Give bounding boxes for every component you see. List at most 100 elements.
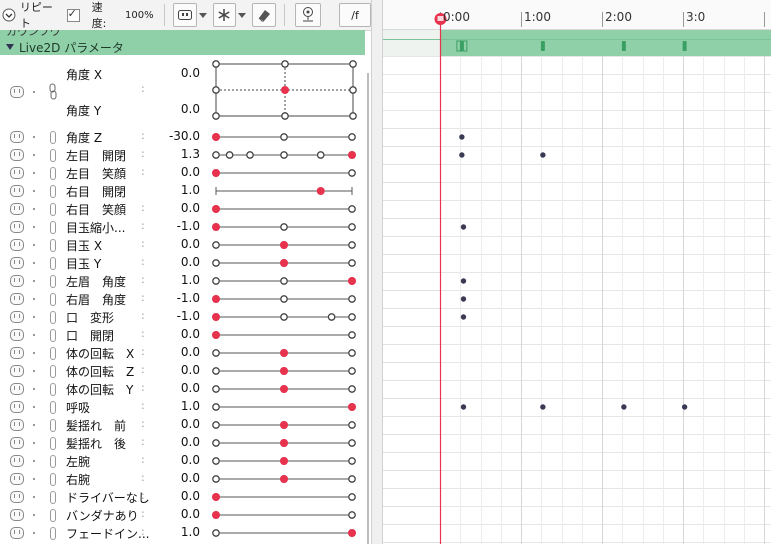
param-value[interactable]: 0.0 [150,327,200,341]
visibility-toggle-icon[interactable] [10,419,24,431]
param-value[interactable]: 1.0 [150,183,200,197]
slider-handle[interactable] [316,187,325,195]
slider-key-point[interactable] [348,457,356,465]
slider-key-point[interactable] [212,241,220,249]
slider-handle[interactable] [348,403,356,411]
param-row[interactable]: 左腕:0.0 [0,452,365,470]
param-slider[interactable] [208,200,360,218]
visibility-toggle-icon[interactable] [10,473,24,485]
param-value-angle-y[interactable]: 0.0 [150,102,200,116]
visibility-toggle-icon[interactable] [10,185,24,197]
link-icon[interactable] [50,509,56,522]
slider-key-point[interactable] [212,385,220,393]
param-slider[interactable] [208,326,360,344]
param-slider[interactable] [208,434,360,452]
param-row[interactable]: 口 開閉:0.0 [0,326,365,344]
param-value[interactable]: -1.0 [150,309,200,323]
slider-handle[interactable] [212,295,220,303]
param-slider[interactable] [208,524,360,542]
repeat-checkbox[interactable] [66,7,80,22]
visibility-toggle-icon[interactable] [10,131,24,143]
slider-key-point[interactable] [280,223,288,231]
param-row[interactable]: 目玉 X:0.0 [0,236,365,254]
visibility-toggle-icon[interactable] [10,203,24,215]
slider-key-point[interactable] [280,133,288,141]
slider-key-point[interactable] [280,151,288,159]
snap-dropdown-icon[interactable] [238,12,247,18]
link-icon[interactable] [50,491,56,504]
slider-key-point[interactable] [348,439,356,447]
link-icon[interactable] [50,329,56,342]
param-value[interactable]: -1.0 [150,219,200,233]
slider-key-point[interactable] [348,385,356,393]
slider-handle[interactable] [280,457,288,465]
slider-handle[interactable] [280,475,288,483]
param-value[interactable]: 1.0 [150,525,200,539]
keyframe-dot[interactable] [460,296,467,302]
slider-handle[interactable] [280,349,288,357]
visibility-toggle-icon[interactable] [10,257,24,269]
param-value[interactable]: 1.0 [150,273,200,287]
visibility-toggle-icon[interactable] [10,86,24,98]
repeat-toggle[interactable]: リピート [2,1,80,30]
slider-key-point[interactable] [327,313,336,321]
param-row[interactable]: 右目 笑顔:0.0 [0,200,365,218]
link-icon[interactable] [50,275,56,288]
visibility-toggle-icon[interactable] [10,401,24,413]
slider-key-point[interactable] [348,205,356,213]
expand-triangle-icon[interactable] [6,44,14,50]
slider-key-point[interactable] [212,403,220,411]
keyframe-dot[interactable] [460,314,467,320]
keyframe-dot[interactable] [460,404,467,410]
visibility-toggle-icon[interactable] [10,527,24,539]
param-row[interactable]: バンダナあり:0.0 [0,506,365,524]
visibility-toggle-icon[interactable] [10,383,24,395]
slider-key-point[interactable] [348,475,356,483]
group-keyframe-marker[interactable] [540,41,545,51]
param-slider[interactable] [208,308,360,326]
slider-handle[interactable] [348,529,356,537]
param-slider[interactable] [208,344,360,362]
visibility-toggle-icon[interactable] [10,509,24,521]
slider-key-point[interactable] [280,277,288,285]
slider-key-point[interactable] [212,421,220,429]
param-slider[interactable] [208,128,360,146]
param-row[interactable]: 呼吸:1.0 [0,398,365,416]
keyframe-dot[interactable] [540,152,546,158]
xy-current-position[interactable] [281,86,289,94]
snap-button[interactable] [212,3,237,27]
slider-key-point[interactable] [212,277,220,285]
param-slider[interactable] [208,272,360,290]
param-value[interactable]: 0.0 [150,471,200,485]
param-row[interactable]: 口 変形: -1.0 [0,308,365,326]
slider-key-point[interactable] [348,493,356,501]
param-row-angle-xy[interactable]: 角度 X 0.0 : 角度 Y 0.0 [0,58,365,126]
param-row[interactable]: 髪揺れ 後:0.0 [0,434,365,452]
slider-key-point[interactable] [348,349,356,357]
slider-handle[interactable] [212,169,220,177]
slider-key-point[interactable] [280,313,288,321]
slider-key-point[interactable] [316,151,325,159]
link-icon[interactable] [50,419,56,432]
param-value[interactable]: 0.0 [150,417,200,431]
timeline-grid[interactable] [383,0,771,544]
param-slider[interactable] [208,380,360,398]
slider-key-point[interactable] [225,151,234,159]
param-value-angle-x[interactable]: 0.0 [150,66,200,80]
param-row[interactable]: 体の回転 Z:0.0 [0,362,365,380]
link-chain-icon[interactable] [49,83,57,101]
keyframe-dot[interactable] [460,224,467,230]
param-row[interactable]: フェードイン...:1.0 [0,524,365,542]
param-row[interactable]: 左目 開閉:1.3 [0,146,365,164]
keyframe-dot[interactable] [621,404,627,410]
param-value[interactable]: -30.0 [150,129,200,143]
param-value[interactable]: 0.0 [150,435,200,449]
slider-handle[interactable] [280,385,288,393]
param-value[interactable]: 1.0 [150,399,200,413]
slider-handle[interactable] [212,133,220,141]
keyframe-dot[interactable] [459,152,465,158]
slider-handle[interactable] [280,241,288,249]
visibility-toggle-icon[interactable] [10,329,24,341]
param-value[interactable]: 0.0 [150,507,200,521]
visibility-toggle-icon[interactable] [10,167,24,179]
